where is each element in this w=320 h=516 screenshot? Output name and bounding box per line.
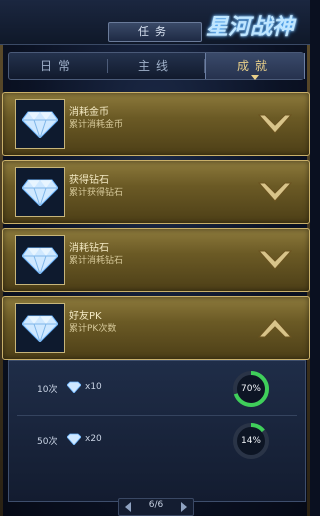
task-item[interactable]: 消耗钻石 累计消耗钻石 (2, 228, 310, 292)
chevron-down-icon[interactable] (257, 177, 293, 207)
reward-amount: x10 (85, 382, 102, 392)
page-title: 任务 (108, 22, 202, 42)
chevron-up-icon[interactable] (257, 313, 293, 343)
row-divider (17, 415, 297, 416)
task-item[interactable]: 获得钻石 累计获得钻石 (2, 160, 310, 224)
reward-row: 10次 x10 70% (9, 367, 305, 416)
tab-daily[interactable]: 日常 (9, 53, 107, 79)
task-desc: 累计消耗金币 (69, 120, 124, 130)
active-tab-indicator-icon (251, 75, 259, 80)
reward-row: 50次 x20 14% (9, 419, 305, 467)
task-desc: 累计PK次数 (69, 324, 117, 334)
diamond-icon (15, 235, 65, 285)
diamond-icon (15, 167, 65, 217)
next-page-icon[interactable] (181, 502, 187, 512)
pager: 6/6 (118, 498, 194, 516)
tab-bar: 日常 主线 成就 (8, 52, 305, 80)
reward-amount: x20 (85, 434, 102, 444)
task-name: 好友PK (69, 311, 102, 322)
chevron-down-icon[interactable] (257, 245, 293, 275)
diamond-icon (67, 433, 81, 445)
tab-achievement-label: 成就 (236, 59, 273, 73)
game-logo: 星河战神 (205, 14, 294, 40)
task-item-expanded[interactable]: 好友PK 累计PK次数 (2, 296, 310, 360)
task-name: 消耗金币 (69, 107, 109, 118)
task-desc: 累计消耗钻石 (69, 256, 124, 266)
progress-percent: 70% (240, 384, 261, 394)
reward-count: 10次 (37, 385, 58, 395)
diamond-icon (67, 381, 81, 393)
task-item[interactable]: 消耗金币 累计消耗金币 (2, 92, 310, 156)
task-list[interactable]: 消耗金币 累计消耗金币 获得钻石 累计获得钻石 消耗钻石 累计消耗钻石 好友PK… (2, 92, 310, 502)
tab-main[interactable]: 主线 (108, 53, 204, 79)
progress-percent: 14% (240, 436, 261, 446)
task-name: 获得钻石 (69, 175, 109, 186)
chevron-down-icon[interactable] (257, 109, 293, 139)
top-bar: 任务 星河战神 (0, 0, 310, 45)
task-desc: 累计获得钻石 (69, 188, 124, 198)
reward-count: 50次 (37, 437, 58, 447)
task-name: 消耗钻石 (69, 243, 109, 254)
diamond-icon (15, 303, 65, 353)
watermark-logo (236, 470, 308, 510)
tab-achievement[interactable]: 成就 (205, 53, 305, 80)
diamond-icon (15, 99, 65, 149)
